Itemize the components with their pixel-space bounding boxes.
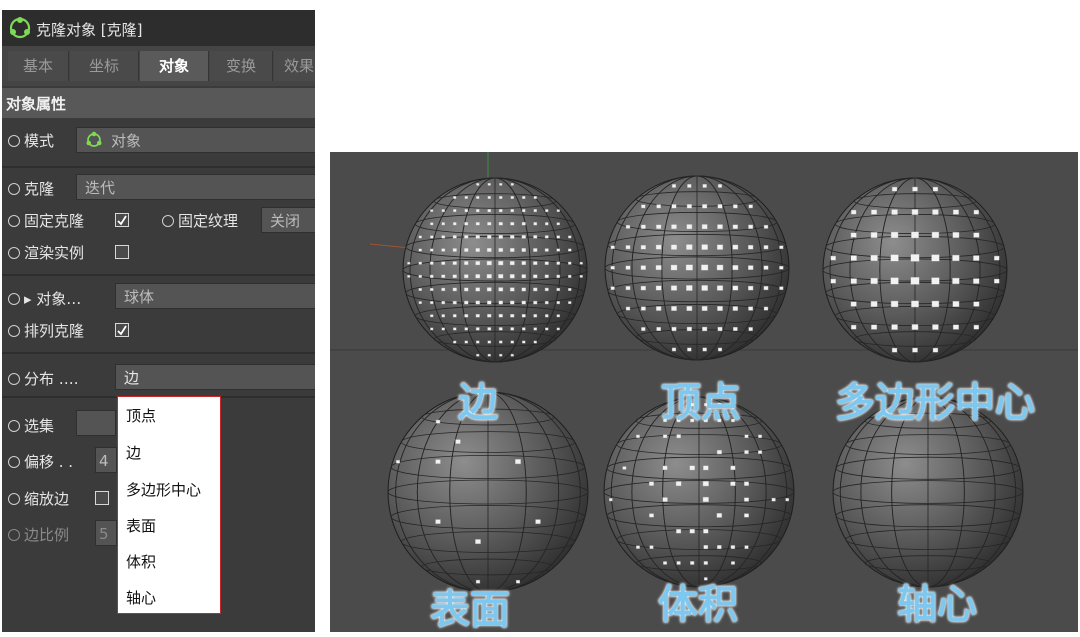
tab-transform[interactable]: 变换 — [210, 51, 273, 81]
edge-ratio-field: 5 — [95, 520, 117, 546]
3d-viewport[interactable]: 边 顶点 多边形中心 表面 体积 轴心 — [330, 152, 1078, 632]
fixed-clone-checkbox[interactable] — [115, 213, 129, 227]
clone-label: 克隆 — [24, 180, 55, 198]
render-instances-radio[interactable] — [8, 247, 20, 259]
clone-radio[interactable] — [8, 183, 20, 195]
clone-select[interactable]: 迭代 — [76, 174, 315, 200]
offset-label: 偏移 . . — [24, 453, 74, 471]
caption-volume: 体积 — [658, 582, 738, 628]
divider — [2, 166, 315, 168]
tab-effectors[interactable]: 效果 — [274, 51, 315, 81]
dropdown-option-surface[interactable]: 表面 — [126, 515, 156, 536]
sphere-edge — [402, 177, 588, 363]
divider — [2, 274, 315, 276]
fixed-texture-label: 固定纹理 — [178, 212, 239, 230]
fixed-texture-select[interactable]: 关闭 — [261, 207, 315, 233]
distribution-radio[interactable] — [8, 373, 20, 385]
mode-radio[interactable] — [8, 135, 20, 147]
offset-radio[interactable] — [8, 456, 20, 468]
scale-edge-radio[interactable] — [8, 493, 20, 505]
caption-edge: 边 — [458, 380, 498, 426]
distribution-select[interactable]: 边 — [115, 364, 315, 390]
tab-basic[interactable]: 基本 — [8, 51, 69, 81]
fixed-clone-label: 固定克隆 — [24, 212, 85, 230]
x-axis-line — [369, 243, 411, 249]
scale-edge-checkbox[interactable] — [95, 491, 109, 505]
mode-label: 模式 — [24, 132, 55, 150]
dropdown-option-edge[interactable]: 边 — [126, 442, 141, 463]
arrange-clones-checkbox[interactable] — [115, 323, 129, 337]
panel-title: 克隆对象 [克隆] — [36, 21, 143, 39]
check-icon — [117, 215, 127, 226]
mode-select[interactable]: 对象 — [76, 127, 315, 153]
cloner-icon — [9, 17, 31, 39]
caption-axis: 轴心 — [897, 582, 977, 628]
dropdown-option-vertex[interactable]: 顶点 — [126, 405, 156, 426]
tab-bar: 基本 坐标 对象 变换 效果 — [2, 46, 315, 86]
arrange-clones-label: 排列克隆 — [24, 322, 85, 340]
selection-radio[interactable] — [8, 420, 20, 432]
check-icon — [117, 325, 127, 336]
object-radio[interactable] — [8, 293, 20, 305]
sphere-vertex — [604, 175, 790, 361]
scale-edge-label: 缩放边 — [24, 490, 70, 508]
section-header: 对象属性 — [2, 88, 315, 118]
edge-ratio-label: 边比例 — [24, 526, 70, 544]
object-link-field[interactable]: 球体 — [115, 283, 315, 309]
caption-surface: 表面 — [430, 587, 510, 632]
section-title: 对象属性 — [6, 95, 67, 113]
distribution-label: 分布 …. — [24, 370, 79, 388]
distribution-dropdown: 顶点 边 多边形中心 表面 体积 轴心 — [117, 396, 221, 614]
caption-polygon-center: 多边形中心 — [835, 380, 1035, 426]
offset-field[interactable]: 4 — [95, 447, 117, 473]
render-instances-checkbox[interactable] — [115, 245, 129, 259]
object-label: ▸ 对象… — [24, 290, 82, 308]
dropdown-option-volume[interactable]: 体积 — [126, 551, 156, 572]
edge-ratio-radio — [8, 529, 20, 541]
cloner-icon — [86, 131, 102, 147]
mode-value: 对象 — [111, 132, 142, 150]
tab-object[interactable]: 对象 — [140, 51, 209, 81]
selection-label: 选集 — [24, 417, 55, 435]
panel-header: 克隆对象 [克隆] — [2, 10, 315, 46]
tab-coordinates[interactable]: 坐标 — [70, 51, 139, 81]
fixed-texture-radio[interactable] — [162, 215, 174, 227]
dropdown-option-axis[interactable]: 轴心 — [126, 587, 156, 608]
sphere-polygon-center — [822, 177, 1008, 363]
divider — [2, 352, 315, 354]
render-instances-label: 渲染实例 — [24, 244, 85, 262]
dropdown-option-polygon-center[interactable]: 多边形中心 — [126, 479, 201, 500]
fixed-clone-radio[interactable] — [8, 215, 20, 227]
arrange-clones-radio[interactable] — [8, 325, 20, 337]
caption-vertex: 顶点 — [661, 380, 741, 426]
selection-field[interactable] — [76, 410, 116, 436]
